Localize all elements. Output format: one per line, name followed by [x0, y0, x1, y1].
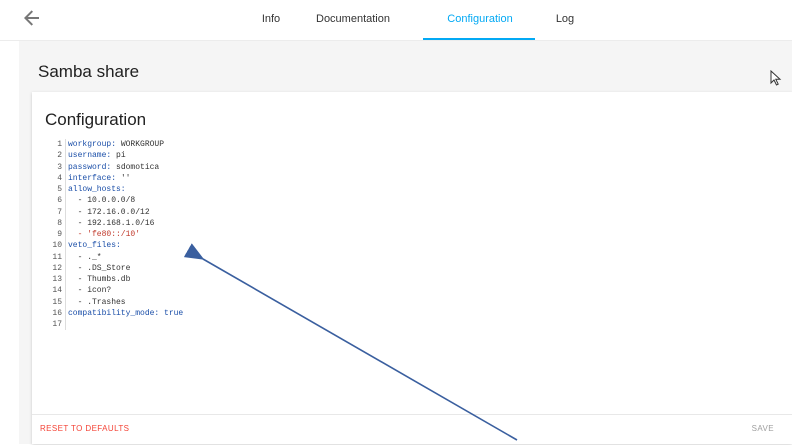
line-number: 10	[44, 240, 66, 252]
code-line: 1 workgroup: WORKGROUP	[44, 139, 744, 151]
yaml-key: veto_files:	[68, 241, 121, 251]
code-line: 8 - 192.168.1.0/16	[44, 217, 744, 229]
code-line: 14 - icon?	[44, 285, 744, 297]
line-number: 17	[44, 319, 66, 331]
line-number: 6	[44, 195, 66, 207]
code-line: 9 - 'fe80::/10'	[44, 229, 744, 241]
code-line: 6 - 10.0.0.0/8	[44, 195, 744, 207]
yaml-value: - ._*	[68, 252, 102, 262]
mouse-pointer-icon	[770, 70, 782, 86]
code-line: 11 - ._*	[44, 251, 744, 263]
code-line: 3 password: sdomotica	[44, 161, 744, 173]
tab-documentation[interactable]: Documentation	[313, 0, 393, 40]
yaml-value: - 10.0.0.0/8	[68, 196, 136, 206]
code-line: 16 compatibility_mode: true	[44, 307, 744, 319]
line-number: 15	[44, 296, 66, 308]
line-number: 5	[44, 184, 66, 196]
reset-to-defaults-button[interactable]: RESET TO DEFAULTS	[40, 424, 129, 433]
line-number: 7	[44, 206, 66, 218]
line-number: 9	[44, 229, 66, 241]
yaml-value: - .Trashes	[68, 297, 126, 307]
line-number: 3	[44, 161, 66, 173]
code-line: 7 - 172.16.0.0/12	[44, 206, 744, 218]
card-title: Configuration	[45, 110, 147, 129]
yaml-value: - icon?	[68, 286, 112, 296]
top-navigation-bar: Info Documentation Configuration Log	[0, 0, 792, 41]
card-actions: RESET TO DEFAULTS SAVE	[32, 414, 792, 445]
code-line: 15 - .Trashes	[44, 296, 744, 308]
code-line: 17	[44, 319, 744, 331]
code-line: 2 username: pi	[44, 150, 744, 162]
line-number: 11	[44, 251, 66, 263]
arrow-left-icon	[24, 10, 39, 26]
yaml-value: ''	[116, 173, 131, 183]
active-tab-indicator	[423, 38, 535, 40]
back-button[interactable]	[20, 6, 44, 30]
yaml-key: interface:	[68, 173, 117, 183]
page-title: Samba share	[38, 62, 140, 81]
yaml-key: allow_hosts:	[68, 185, 126, 194]
yaml-value: pi	[111, 151, 126, 161]
yaml-key: compatibility_mode:	[68, 308, 160, 318]
line-number: 4	[44, 172, 66, 184]
yaml-value: - 'fe80::/10'	[68, 230, 141, 239]
line-number: 13	[44, 274, 66, 286]
line-number: 16	[44, 307, 66, 319]
save-button[interactable]: SAVE	[752, 424, 774, 433]
code-line: 4 interface: ''	[44, 172, 744, 184]
code-editor[interactable]: 1 workgroup: WORKGROUP 2 username: pi 3 passw…	[44, 139, 744, 331]
code-line: 10 veto_files:	[44, 240, 744, 252]
tab-configuration[interactable]: Configuration	[441, 0, 519, 40]
yaml-key: workgroup:	[68, 140, 117, 149]
code-line: 5 allow_hosts:	[44, 184, 744, 196]
yaml-key: password:	[68, 162, 112, 172]
yaml-value: WORKGROUP	[116, 140, 165, 149]
line-number: 14	[44, 285, 66, 297]
line-number: 8	[44, 217, 66, 229]
line-number: 1	[44, 139, 66, 151]
code-line: 12 - .DS_Store	[44, 262, 744, 274]
yaml-value: true	[159, 308, 184, 318]
yaml-value: - 192.168.1.0/16	[68, 218, 155, 228]
tab-info[interactable]: Info	[256, 0, 286, 40]
code-line: 13 - Thumbs.db	[44, 274, 744, 286]
tab-log[interactable]: Log	[553, 0, 577, 40]
line-number: 2	[44, 150, 66, 162]
yaml-value: - 172.16.0.0/12	[68, 207, 150, 217]
line-number: 12	[44, 262, 66, 274]
yaml-value: sdomotica	[111, 162, 160, 172]
yaml-value: - Thumbs.db	[68, 275, 131, 284]
yaml-key: username:	[68, 151, 112, 161]
yaml-value: - .DS_Store	[68, 263, 131, 273]
